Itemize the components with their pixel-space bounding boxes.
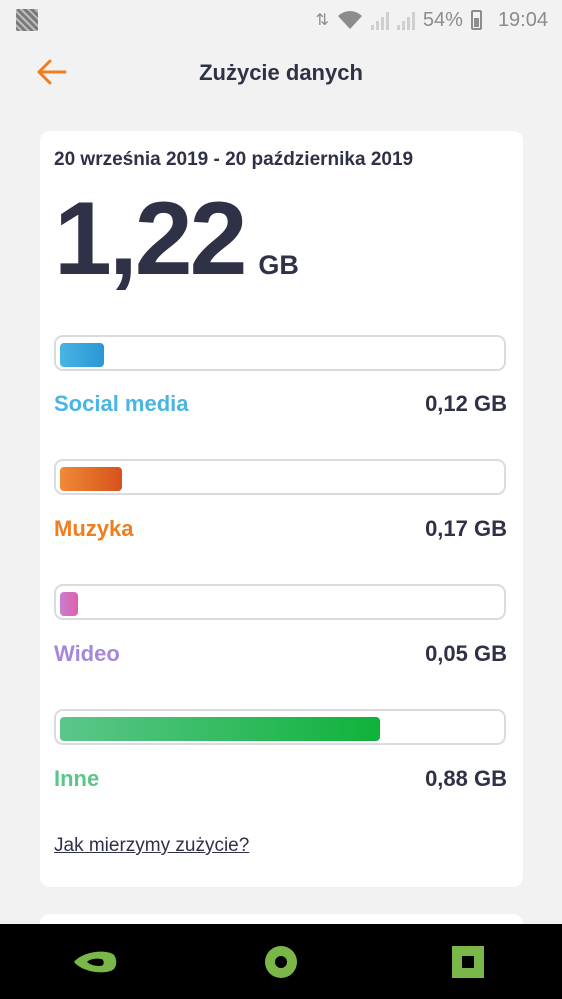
nav-home-icon xyxy=(264,945,297,978)
music-label: Muzyka xyxy=(54,516,134,541)
video-fill xyxy=(60,592,78,616)
music-amount: 0,17 GB xyxy=(425,516,507,541)
battery-icon xyxy=(470,10,482,30)
nav-home-button[interactable] xyxy=(251,932,311,992)
navigation-bar xyxy=(0,924,562,999)
music-fill xyxy=(60,467,122,491)
battery-percent: 54% xyxy=(422,8,463,31)
app-header: Zużycie danych xyxy=(0,48,562,100)
total-usage-value: 1,22 xyxy=(54,181,247,297)
nav-recents-icon xyxy=(452,945,485,978)
wifi-icon xyxy=(337,11,362,29)
other-bar xyxy=(54,709,506,745)
other-amount: 0,88 GB xyxy=(425,766,507,791)
video-amount: 0,05 GB xyxy=(425,641,507,666)
signal-icon xyxy=(370,10,389,30)
status-bar: ⇅ 54% 19:04 xyxy=(0,0,562,40)
clock: 19:04 xyxy=(497,8,548,31)
nav-back-icon xyxy=(73,951,116,972)
page-title: Zużycie danych xyxy=(199,60,363,85)
nav-back-button[interactable] xyxy=(64,932,124,992)
total-usage: 1,22 GB xyxy=(54,179,299,299)
social-media-fill xyxy=(60,343,104,367)
other-fill xyxy=(60,717,380,741)
how-we-measure-link[interactable]: Jak mierzymy zużycie? xyxy=(54,835,249,857)
video-bar xyxy=(54,584,506,620)
social-media-bar xyxy=(54,335,506,371)
social-media-label: Social media xyxy=(54,391,189,416)
billing-period: 20 września 2019 - 20 października 2019 xyxy=(54,149,414,170)
social-media-amount: 0,12 GB xyxy=(425,391,507,416)
video-label: Wideo xyxy=(54,641,120,666)
other-label: Inne xyxy=(54,766,100,791)
usage-card: 20 września 2019 - 20 października 2019 … xyxy=(40,131,523,887)
total-usage-unit: GB xyxy=(258,250,299,280)
nav-recents-button[interactable] xyxy=(438,932,498,992)
signal-icon-2 xyxy=(396,10,415,30)
music-bar xyxy=(54,459,506,495)
data-transfer-icon: ⇅ xyxy=(315,12,329,29)
notification-icon xyxy=(16,9,38,31)
